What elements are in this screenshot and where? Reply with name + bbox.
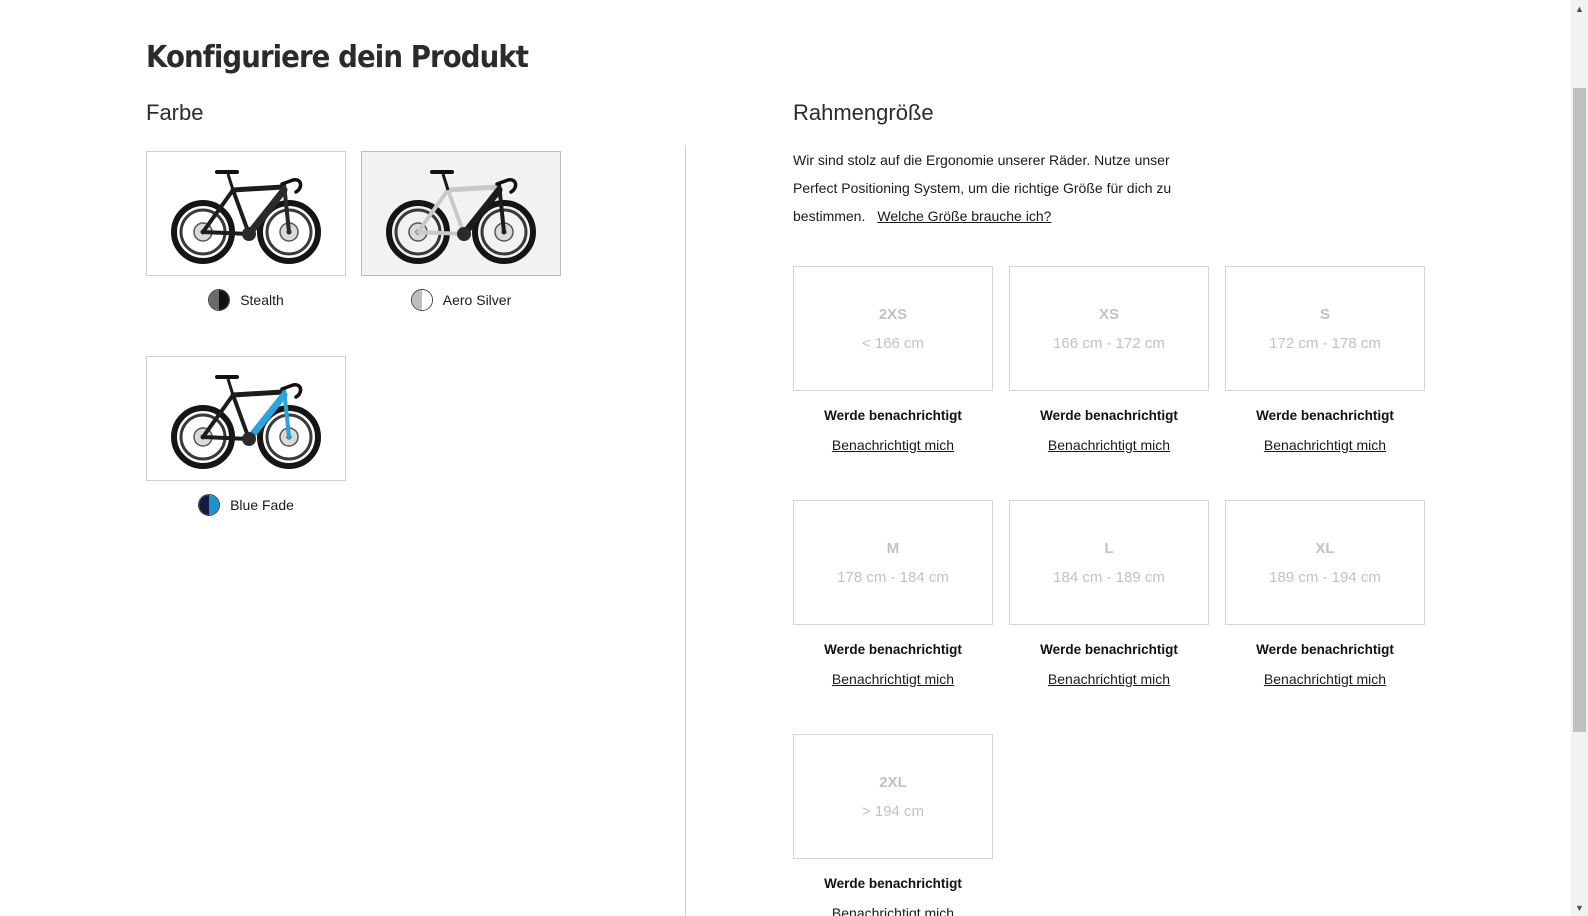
- notify-me-link[interactable]: Benachrichtigt mich: [1225, 437, 1425, 453]
- size-card-2xs: 2XS < 166 cm Werde benachrichtigt Benach…: [793, 266, 993, 453]
- chevron-up-icon[interactable]: ▲: [1571, 0, 1588, 17]
- notify-me-link[interactable]: Benachrichtigt mich: [1009, 437, 1209, 453]
- color-label: Stealth: [240, 292, 284, 308]
- page-title: Konfiguriere dein Produkt: [146, 40, 529, 75]
- size-option-m[interactable]: M 178 cm - 184 cm: [793, 500, 993, 625]
- size-section-heading: Rahmengröße: [793, 100, 934, 125]
- color-swatch: [410, 289, 433, 311]
- size-range: 166 cm - 172 cm: [1053, 334, 1165, 352]
- color-thumb-aero-silver[interactable]: [361, 151, 561, 276]
- color-thumb-stealth[interactable]: [146, 151, 346, 276]
- size-range: 189 cm - 194 cm: [1269, 568, 1381, 586]
- size-name: XS: [1098, 305, 1119, 323]
- seatpost: [441, 173, 450, 191]
- scrollbar-thumb[interactable]: [1573, 88, 1586, 732]
- seatpost: [226, 378, 235, 396]
- size-range: 178 cm - 184 cm: [837, 568, 949, 586]
- notify-title: Werde benachrichtigt: [1040, 408, 1178, 423]
- size-name: XL: [1315, 539, 1335, 557]
- size-card-2xl: 2XL > 194 cm Werde benachrichtigt Benach…: [793, 734, 993, 916]
- color-label-row: Blue Fade: [146, 494, 346, 516]
- bike-image: [386, 170, 536, 264]
- bike-image: [171, 375, 321, 469]
- top-tube: [230, 184, 286, 193]
- size-name: L: [1104, 539, 1114, 557]
- size-option-s[interactable]: S 172 cm - 178 cm: [1225, 266, 1425, 391]
- size-range: > 194 cm: [861, 802, 925, 820]
- size-name: 2XS: [878, 305, 908, 323]
- color-label: Blue Fade: [230, 497, 294, 513]
- notify-title: Werde benachrichtigt: [824, 408, 962, 423]
- size-card-xs: XS 166 cm - 172 cm Werde benachrichtigt …: [1009, 266, 1209, 453]
- notify-me-link[interactable]: Benachrichtigt mich: [1225, 671, 1425, 687]
- product-configurator: Konfiguriere dein Produkt Farbe Stealth …: [0, 0, 1588, 916]
- notify-me-link[interactable]: Benachrichtigt mich: [793, 905, 993, 916]
- size-range: < 166 cm: [861, 334, 925, 352]
- size-card-l: L 184 cm - 189 cm Werde benachrichtigt B…: [1009, 500, 1209, 687]
- top-tube: [230, 389, 286, 398]
- color-option-aero-silver[interactable]: Aero Silver: [361, 151, 561, 331]
- color-swatch: [208, 289, 231, 311]
- color-thumb-blue-fade[interactable]: [146, 356, 346, 481]
- notify-title: Werde benachrichtigt: [824, 876, 962, 891]
- crankset: [242, 432, 256, 446]
- notify-me-link[interactable]: Benachrichtigt mich: [793, 671, 993, 687]
- notify-title: Werde benachrichtigt: [824, 642, 962, 657]
- crankset: [457, 227, 471, 241]
- page-scrollbar[interactable]: ▲ ▼: [1571, 0, 1588, 916]
- notify-me-link[interactable]: Benachrichtigt mich: [1009, 671, 1209, 687]
- size-card-xl: XL 189 cm - 194 cm Werde benachrichtigt …: [1225, 500, 1425, 687]
- top-tube: [445, 184, 501, 193]
- size-name: S: [1319, 305, 1330, 323]
- size-card-s: S 172 cm - 178 cm Werde benachrichtigt B…: [1225, 266, 1425, 453]
- notify-title: Werde benachrichtigt: [1040, 642, 1178, 657]
- size-option-xs[interactable]: XS 166 cm - 172 cm: [1009, 266, 1209, 391]
- size-option-2xl[interactable]: 2XL > 194 cm: [793, 734, 993, 859]
- size-card-m: M 178 cm - 184 cm Werde benachrichtigt B…: [793, 500, 993, 687]
- color-label-row: Aero Silver: [361, 289, 561, 311]
- color-label-row: Stealth: [146, 289, 346, 311]
- size-option-xl[interactable]: XL 189 cm - 194 cm: [1225, 500, 1425, 625]
- color-label: Aero Silver: [442, 292, 512, 308]
- color-option-stealth[interactable]: Stealth: [146, 151, 346, 331]
- bike-image: [171, 170, 321, 264]
- section-divider: [685, 146, 686, 916]
- size-option-2xs[interactable]: 2XS < 166 cm: [793, 266, 993, 391]
- notify-title: Werde benachrichtigt: [1256, 642, 1394, 657]
- size-intro: Wir sind stolz auf die Ergonomie unserer…: [793, 146, 1193, 230]
- seatpost: [226, 173, 235, 191]
- color-option-blue-fade[interactable]: Blue Fade: [146, 356, 346, 536]
- color-section-heading: Farbe: [146, 100, 204, 125]
- crankset: [242, 227, 256, 241]
- notify-title: Werde benachrichtigt: [1256, 408, 1394, 423]
- size-range: 172 cm - 178 cm: [1269, 334, 1381, 352]
- size-option-l[interactable]: L 184 cm - 189 cm: [1009, 500, 1209, 625]
- size-name: M: [886, 539, 900, 557]
- size-help-link[interactable]: Welche Größe brauche ich?: [877, 208, 1051, 224]
- notify-me-link[interactable]: Benachrichtigt mich: [793, 437, 993, 453]
- chevron-down-icon[interactable]: ▼: [1571, 899, 1588, 916]
- size-range: 184 cm - 189 cm: [1053, 568, 1165, 586]
- color-swatch: [198, 494, 221, 516]
- size-name: 2XL: [879, 773, 907, 791]
